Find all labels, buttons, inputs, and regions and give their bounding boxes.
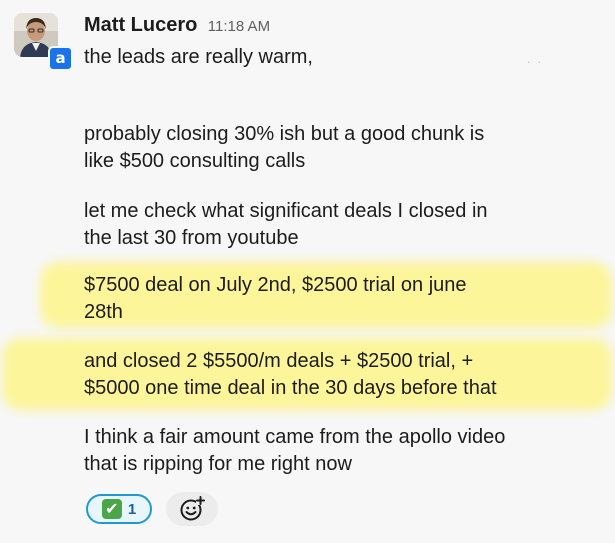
message-line: that is ripping for me right now [84,453,352,475]
message-line: $5000 one time deal in the 30 days befor… [84,377,497,399]
reaction-count: 1 [127,500,137,518]
faint-dots: . . [527,52,544,66]
white-check-mark-icon: ✔ [101,499,122,519]
message-timestamp[interactable]: 11:18 AM [208,18,270,35]
author-name[interactable]: Matt Lucero [84,14,197,36]
message-line: and closed 2 $5500/m deals + $2500 trial… [84,350,474,372]
message-line: the leads are really warm, [84,46,313,68]
message-line: like $500 consulting calls [84,150,306,172]
chat-message: a Matt Lucero 11:18 AM the leads are rea… [0,0,615,543]
message-line: 28th [84,301,123,323]
message-header: Matt Lucero 11:18 AM [84,14,270,44]
add-reaction-icon [180,496,205,521]
add-reaction-button[interactable] [166,492,218,526]
message-line: let me check what significant deals I cl… [84,200,488,222]
message-line: I think a fair amount came from the apol… [84,426,506,448]
message-line: probably closing 30% ish but a good chun… [84,123,485,145]
app-badge-icon: a [48,46,73,71]
message-line: the last 30 from youtube [84,227,299,249]
reaction-check-button[interactable]: ✔ 1 [86,494,152,524]
message-line: $7500 deal on July 2nd, $2500 trial on j… [84,274,467,296]
